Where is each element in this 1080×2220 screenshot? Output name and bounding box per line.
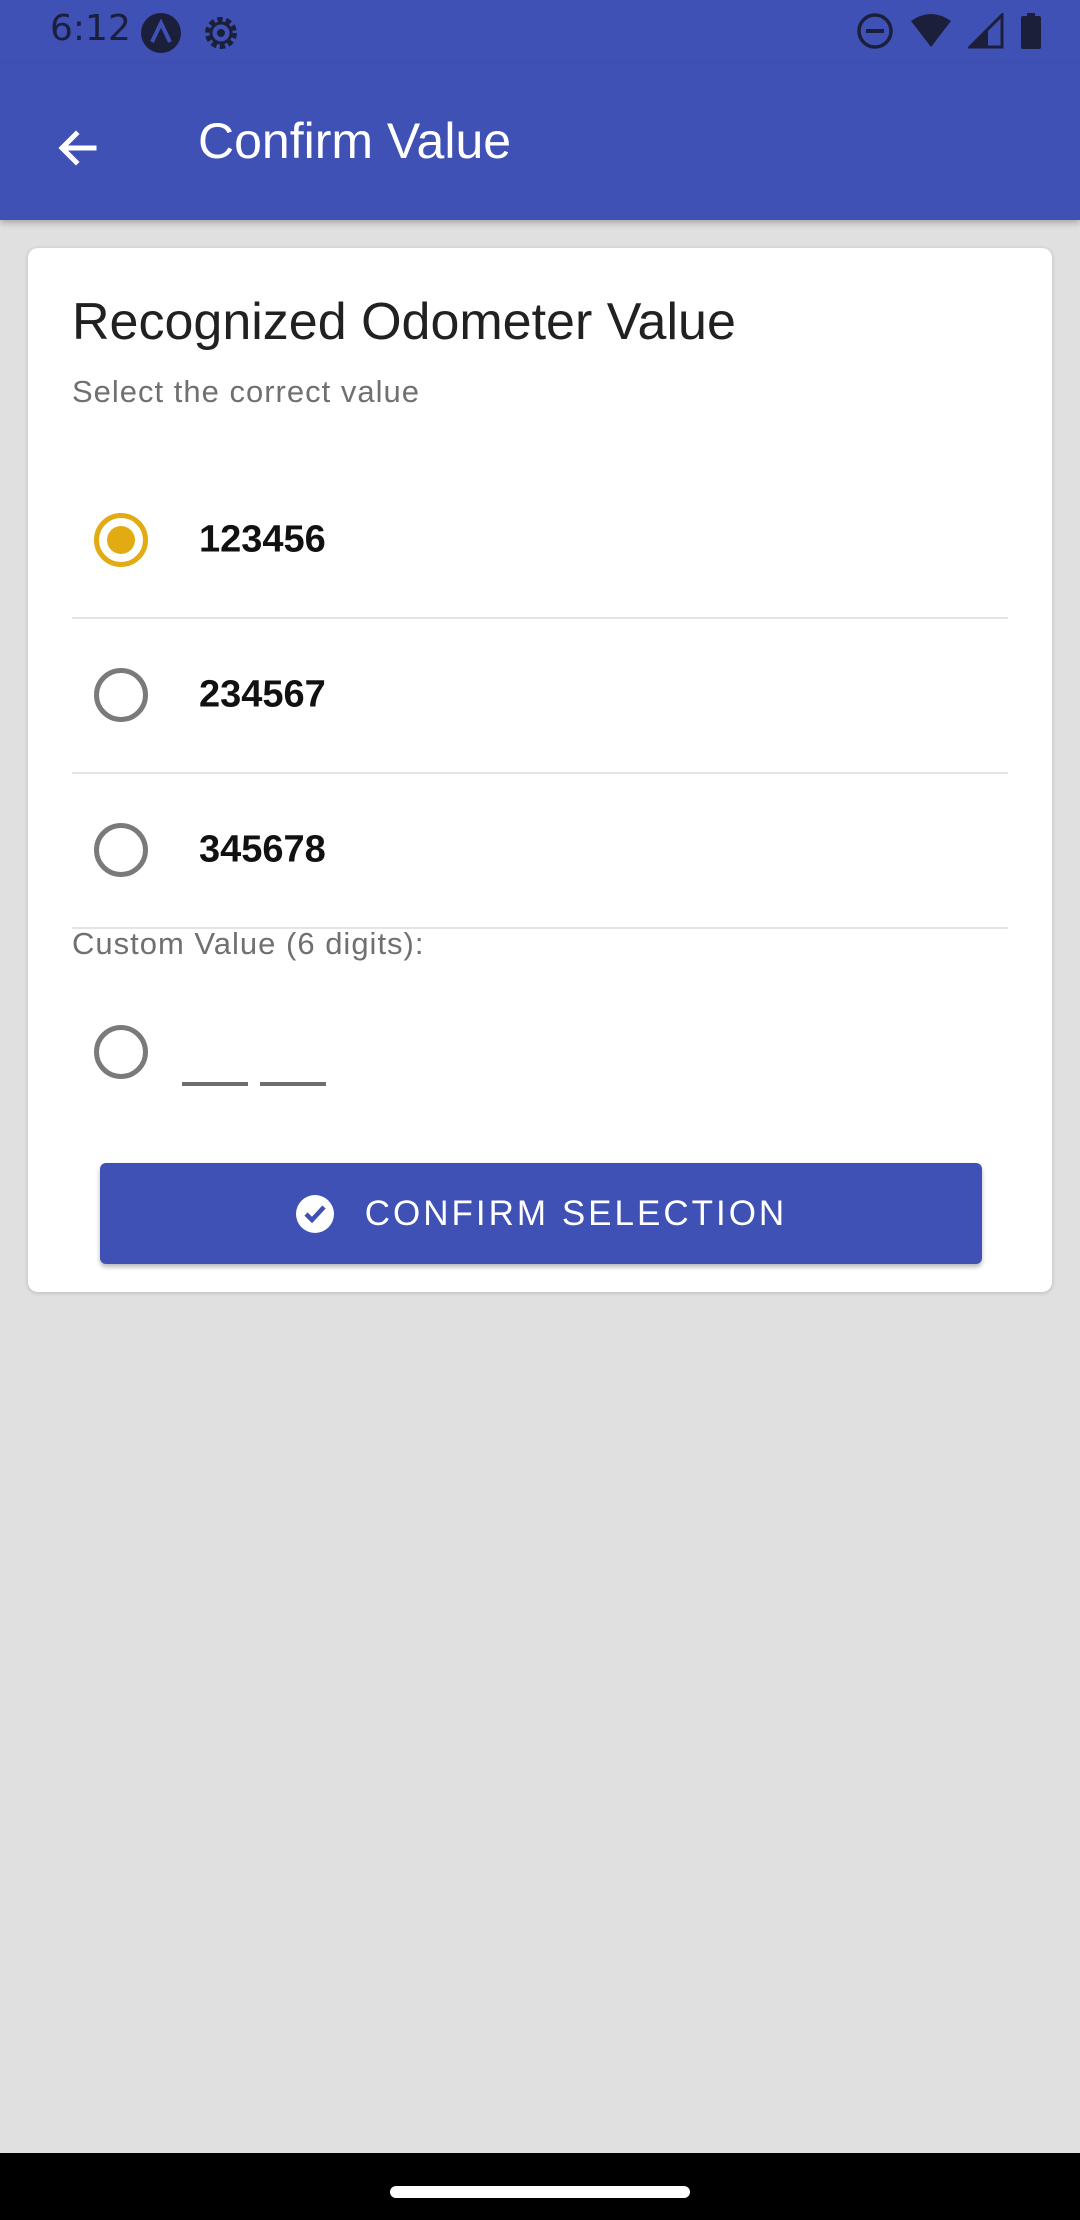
home-indicator[interactable] [390,2186,690,2198]
radio-button-option-1[interactable] [94,512,148,567]
status-bar: 6:12 [0,0,1080,64]
cell-signal-icon [968,13,1004,49]
option-label-2: 234567 [199,673,326,715]
card-subtitle: Select the correct value [72,374,420,409]
settings-gear-icon [205,17,237,49]
status-left-icons [140,12,242,54]
app-notification-icon [141,13,181,53]
app-bar: Confirm Value [0,64,1080,220]
arrow-back-icon [58,130,97,166]
option-row-3[interactable]: 345678 [72,772,1008,929]
card-title: Recognized Odometer Value [72,293,736,351]
custom-digit-slot[interactable] [182,1030,248,1086]
check-circle-icon [295,1194,334,1233]
battery-icon [1021,13,1041,49]
option-row-1[interactable]: 123456 [72,462,1008,619]
option-row-2[interactable]: 234567 [72,617,1008,774]
page-title: Confirm Value [198,113,512,169]
option-label-1: 123456 [199,518,326,560]
do-not-disturb-icon [857,13,893,49]
custom-value-label: Custom Value (6 digits): [72,926,425,961]
radio-button-option-3[interactable] [94,822,148,877]
custom-value-row[interactable] [72,1008,1008,1118]
confirm-button-label: CONFIRM SELECTION [364,1193,788,1233]
odometer-card: Recognized Odometer Value Select the cor… [28,248,1052,1292]
back-button[interactable] [36,106,120,190]
status-right-icons [856,12,1042,50]
custom-digit-slot[interactable] [260,1030,326,1086]
custom-value-input[interactable] [182,1026,342,1086]
radio-button-custom[interactable] [94,1025,148,1079]
radio-button-option-2[interactable] [94,667,148,722]
wifi-icon [911,14,951,47]
status-time: 6:12 [50,8,131,49]
option-label-3: 345678 [199,828,326,870]
confirm-selection-button[interactable]: CONFIRM SELECTION [100,1163,982,1264]
